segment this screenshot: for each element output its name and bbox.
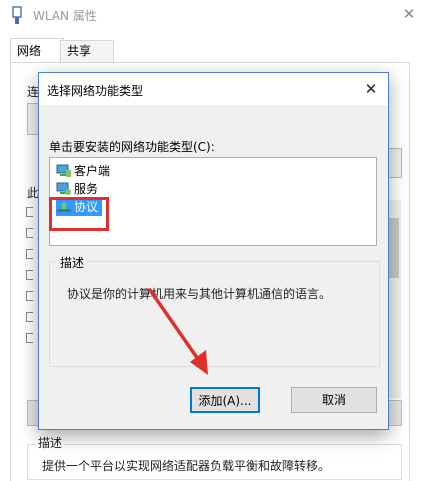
component-checkbox[interactable] [26,207,33,217]
dialog-description-text: 协议是你的计算机用来与其他计算机通信的语言。 [67,287,332,301]
component-checkbox[interactable] [26,291,33,301]
parent-close-icon[interactable]: ✕ [398,2,420,26]
dialog-close-icon[interactable]: ✕ [359,76,383,102]
list-item-client[interactable]: 客户端 [56,162,110,180]
parent-description-text: 提供一个平台以实现网络适配器负载平衡和故障转移。 [42,459,331,473]
list-item-label: 客户端 [74,164,111,178]
network-adapter-icon [12,6,22,24]
annotation-highlight-box [49,197,109,231]
scrollbar-thumb[interactable] [389,218,399,278]
list-item-label: 服务 [74,182,99,196]
client-icon [56,164,71,177]
component-checkbox[interactable] [26,228,33,238]
component-checkbox[interactable] [26,249,33,259]
dialog-description-group [49,261,380,367]
service-icon [56,182,71,195]
select-network-feature-type-dialog: 选择网络功能类型 ✕ 单击要安装的网络功能类型(C): 客户端 服务 协议 描述… [38,72,389,430]
tab-network[interactable]: 网络 [10,38,64,63]
component-checkbox[interactable] [26,312,33,322]
dialog-title: 选择网络功能类型 [47,84,144,98]
cancel-button[interactable]: 取消 [291,387,377,413]
component-checkbox[interactable] [26,270,33,280]
parent-titlebar: WLAN 属性 ✕ [0,0,423,32]
parent-description-label: 描述 [36,434,65,451]
add-button[interactable]: 添加(A)... [190,387,260,413]
tab-sharing[interactable]: 共享 [60,40,114,62]
feature-type-list-label: 单击要安装的网络功能类型(C): [49,140,215,154]
component-checkbox[interactable] [26,333,33,343]
parent-title: WLAN 属性 [33,9,97,23]
dialog-description-label: 描述 [57,254,88,271]
list-item-service[interactable]: 服务 [56,180,98,198]
